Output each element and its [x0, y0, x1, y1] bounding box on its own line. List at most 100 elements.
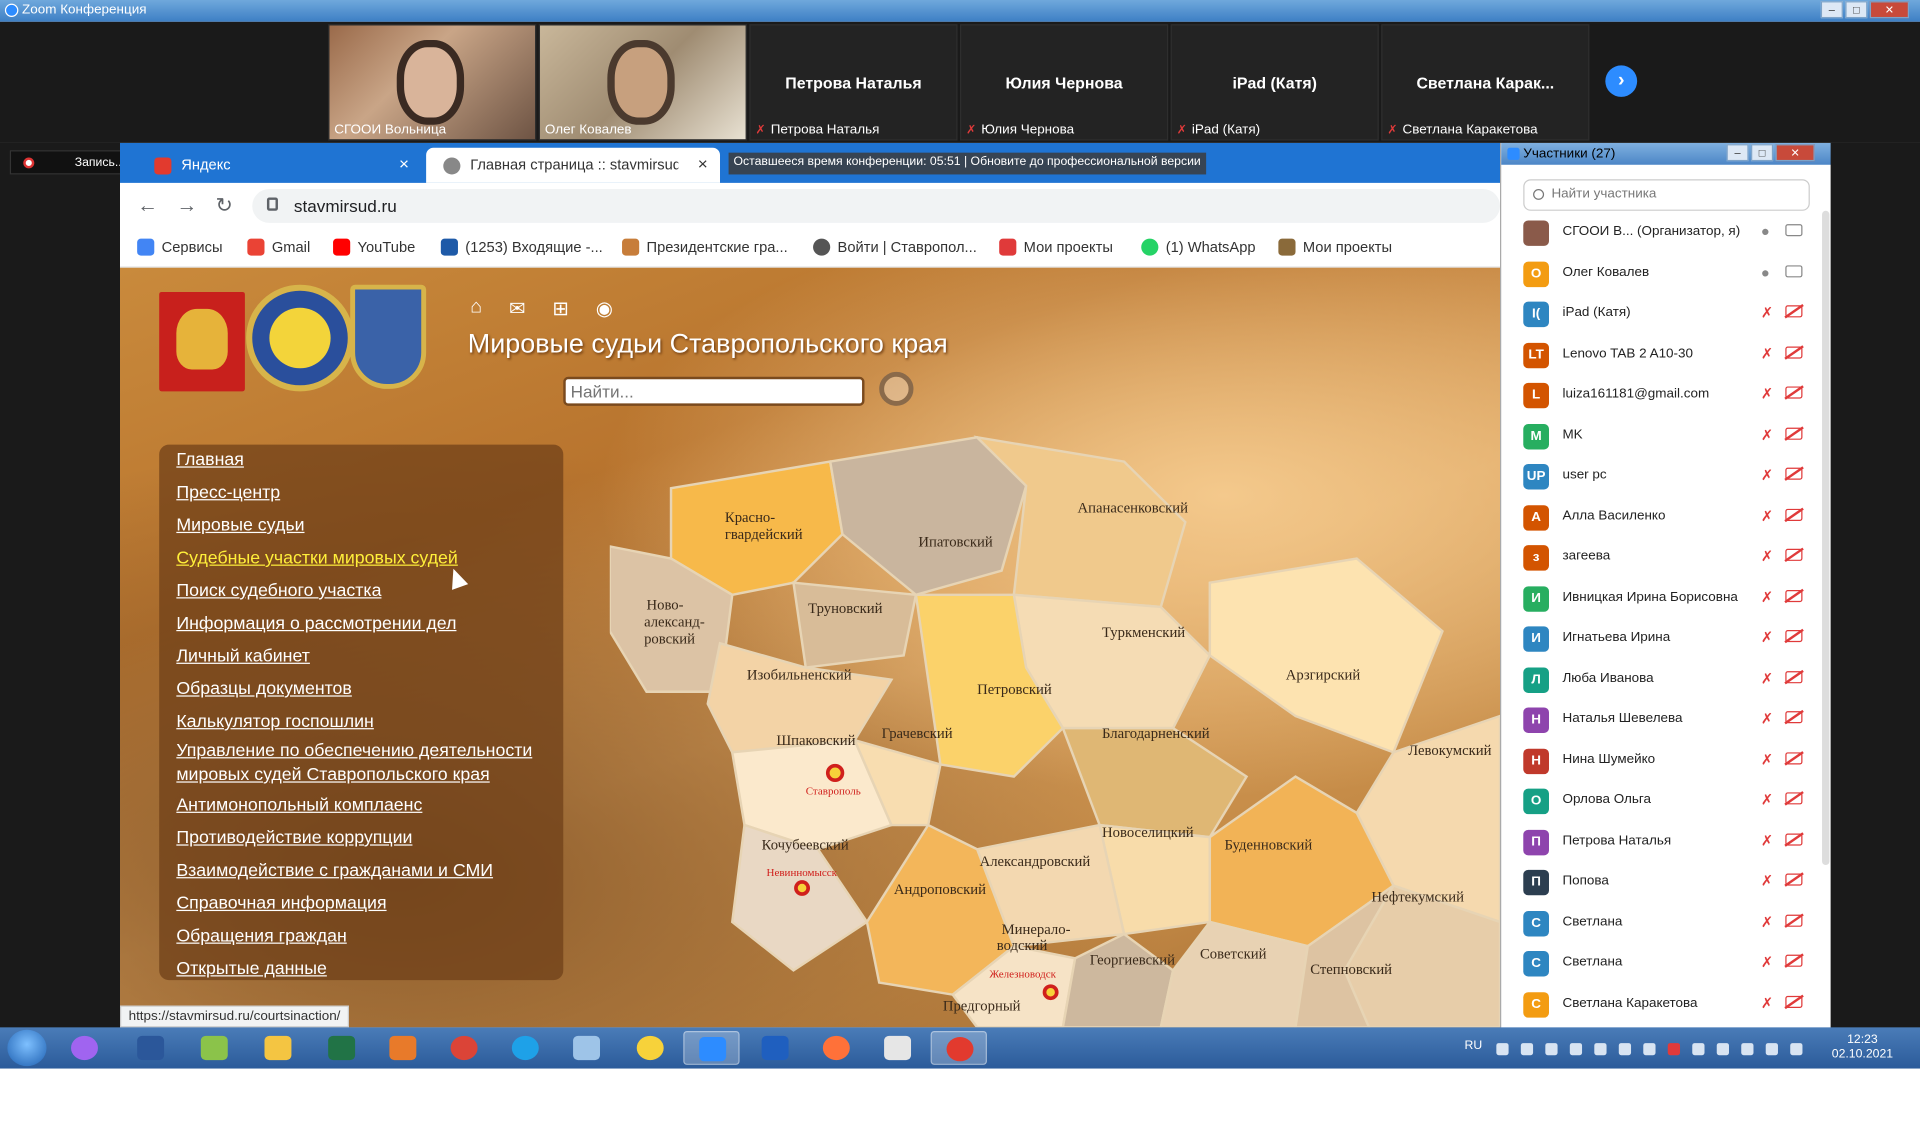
opera-icon[interactable]	[1667, 1043, 1681, 1056]
mic-muted-icon[interactable]: ✗	[1761, 385, 1773, 402]
mic-muted-icon[interactable]: ✗	[1761, 548, 1773, 565]
mic-icon[interactable]: ●	[1761, 223, 1770, 240]
menu-item-doc-samples[interactable]: Образцы документов	[176, 680, 352, 699]
eye-icon[interactable]: ◉	[596, 297, 613, 321]
next-page-arrow-icon[interactable]: ›	[1605, 65, 1638, 97]
panel-maximize-button[interactable]: □	[1751, 144, 1774, 162]
tray-icon[interactable]	[1741, 1043, 1754, 1056]
video-tile-5[interactable]: iPad (Катя) ✗ iPad (Катя)	[1170, 24, 1379, 141]
mic-muted-icon[interactable]: ✗	[1761, 791, 1773, 808]
video-off-icon[interactable]	[1785, 711, 1803, 724]
video-off-icon[interactable]	[1785, 589, 1803, 602]
participant-row[interactable]: UP user pc ✗	[1501, 457, 1822, 497]
url-field[interactable]: stavmirsud.ru	[252, 188, 1501, 223]
taskbar-excel[interactable]	[313, 1031, 369, 1065]
tab-yandex[interactable]: Яндекс ×	[137, 148, 421, 183]
stavropol-region-map[interactable]: Красно- гвардейский Ипатовский Апанасенк…	[609, 413, 1501, 1028]
city-marker-nevinnomyssk[interactable]	[794, 880, 811, 896]
menu-item-home[interactable]: Главная	[176, 451, 244, 470]
video-icon[interactable]	[1785, 264, 1803, 277]
mail-icon[interactable]: ✉	[509, 297, 525, 321]
mic-muted-icon[interactable]: ✗	[1761, 426, 1773, 443]
menu-item-administration-line2[interactable]: мировых судей Ставропольского края	[176, 766, 489, 785]
home-icon[interactable]: ⌂	[470, 297, 482, 321]
taskbar-alice[interactable]	[56, 1031, 112, 1065]
participant-row[interactable]: С Светлана Каракетова ✗	[1501, 984, 1822, 1024]
mic-muted-icon[interactable]: ✗	[1761, 629, 1773, 646]
taskbar-app-3[interactable]	[186, 1031, 242, 1065]
maximize-button[interactable]: □	[1845, 1, 1868, 19]
bookmark-youtube[interactable]: YouTube	[333, 238, 415, 256]
region-blagodarnensky[interactable]	[1061, 726, 1249, 839]
video-off-icon[interactable]	[1785, 914, 1803, 927]
mic-muted-icon[interactable]: ✗	[1761, 669, 1773, 686]
network-icon[interactable]	[1790, 1043, 1803, 1056]
participant-row[interactable]: И Игнатьева Ирина ✗	[1501, 619, 1822, 659]
clock[interactable]: 12:23 02.10.2021	[1832, 1033, 1893, 1062]
taskbar-ie[interactable]	[497, 1031, 553, 1065]
start-button[interactable]	[7, 1029, 47, 1067]
bookmark-whatsapp[interactable]: (1) WhatsApp	[1141, 238, 1256, 256]
site-search-input[interactable]	[563, 376, 865, 406]
video-off-icon[interactable]	[1785, 386, 1803, 399]
mic-muted-icon[interactable]: ✗	[1761, 832, 1773, 849]
recording-indicator[interactable]: Запись...	[9, 150, 133, 175]
search-icon[interactable]	[879, 371, 914, 406]
video-off-icon[interactable]	[1785, 305, 1803, 318]
participant-row[interactable]: О Олег Ковалев ●	[1501, 254, 1822, 294]
taskbar-java[interactable]	[869, 1031, 925, 1065]
participant-row[interactable]: С Светлана ✗	[1501, 944, 1822, 984]
participant-row[interactable]: СГООИ В... (Организатор, я) ●	[1501, 213, 1822, 253]
mic-icon[interactable]: ●	[1761, 264, 1770, 281]
tray-icon[interactable]	[1520, 1043, 1534, 1056]
taskbar-smiley[interactable]	[622, 1031, 678, 1065]
video-off-icon[interactable]	[1785, 508, 1803, 521]
participant-row[interactable]: I(iPad (Катя) ✗	[1501, 294, 1822, 334]
mic-muted-icon[interactable]: ✗	[1761, 345, 1773, 362]
participant-row[interactable]: И Ивницкая Ирина Борисовна ✗	[1501, 578, 1822, 618]
menu-item-anticorruption[interactable]: Противодействие коррупции	[176, 829, 412, 848]
tray-icon[interactable]	[1643, 1043, 1656, 1056]
participant-search-input[interactable]: Найти участника	[1523, 179, 1810, 211]
participant-row[interactable]: Lluiza161181@gmail.com ✗	[1501, 376, 1822, 416]
video-off-icon[interactable]	[1785, 467, 1803, 480]
taskbar-media[interactable]	[375, 1031, 431, 1065]
zoom-time-banner[interactable]: Оставшееся время конференции: 05:51 | Об…	[728, 152, 1206, 175]
city-marker-zheleznovodsk[interactable]	[1042, 984, 1059, 1001]
participant-row[interactable]: П Петрова Наталья ✗	[1501, 822, 1822, 862]
video-tile-4[interactable]: Юлия Чернова ✗ Юлия Чернова	[960, 24, 1169, 141]
menu-item-media[interactable]: Взаимодействие с гражданами и СМИ	[176, 861, 493, 880]
panel-minimize-button[interactable]: –	[1726, 144, 1749, 162]
participant-row[interactable]: Н Нина Шумейко ✗	[1501, 741, 1822, 781]
menu-item-reference[interactable]: Справочная информация	[176, 894, 386, 913]
video-icon[interactable]	[1785, 224, 1803, 237]
participant-row[interactable]: LT Lenovo TAB 2 A10-30 ✗	[1501, 335, 1822, 375]
speaker-icon[interactable]	[1692, 1043, 1705, 1056]
reload-icon[interactable]: ↻	[216, 194, 233, 218]
language-indicator[interactable]: RU	[1465, 1039, 1483, 1052]
video-off-icon[interactable]	[1785, 427, 1803, 440]
region-ipatovsky[interactable]	[828, 436, 1028, 597]
participant-row[interactable]: А Алла Василенко ✗	[1501, 497, 1822, 537]
video-off-icon[interactable]	[1785, 548, 1803, 561]
video-off-icon[interactable]	[1785, 873, 1803, 886]
participant-row[interactable]: Л Люба Иванова ✗	[1501, 660, 1822, 700]
menu-item-administration[interactable]: Управление по обеспечению деятельности	[176, 741, 532, 760]
menu-item-district-search[interactable]: Поиск судебного участка	[176, 582, 381, 601]
flag-icon[interactable]	[1716, 1043, 1729, 1056]
region-georgievsky[interactable]	[1061, 932, 1175, 1028]
mic-muted-icon[interactable]: ✗	[1761, 913, 1773, 930]
city-marker-stavropol[interactable]	[825, 763, 845, 783]
participants-scrollbar[interactable]	[1822, 210, 1830, 866]
tab-close-icon[interactable]: ×	[399, 154, 409, 173]
participant-row[interactable]: Н Наталья Шевелева ✗	[1501, 700, 1822, 740]
video-tile-1[interactable]: СГООИ Вольница	[328, 24, 537, 141]
volume-icon[interactable]	[1618, 1043, 1632, 1056]
bookmark-apps[interactable]: Сервисы	[137, 238, 223, 256]
menu-item-appeals[interactable]: Обращения граждан	[176, 927, 346, 946]
video-off-icon[interactable]	[1785, 670, 1803, 683]
participant-row[interactable]: M MK ✗	[1501, 416, 1822, 456]
video-tile-6[interactable]: Светлана Карак... ✗ Светлана Каракетова	[1381, 24, 1590, 141]
tab-stavmirsud[interactable]: Главная страница :: stavmirsud.r ×	[426, 147, 721, 183]
mic-muted-icon[interactable]: ✗	[1761, 466, 1773, 483]
